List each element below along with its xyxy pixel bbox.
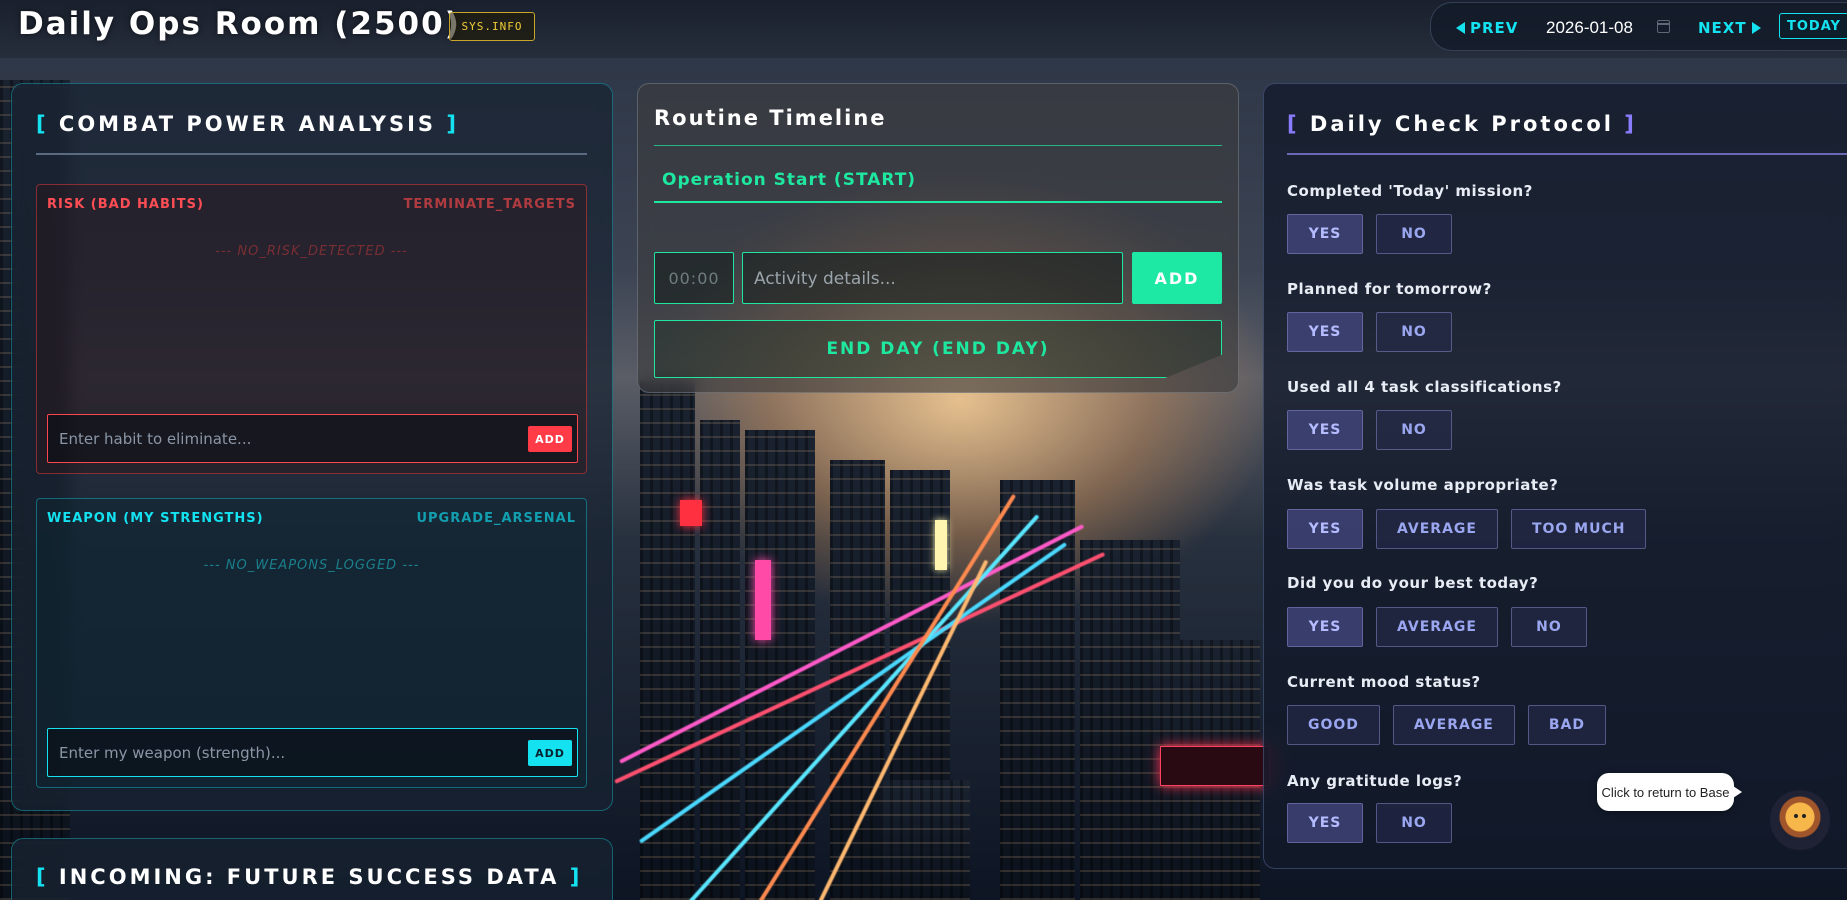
answer-row-mood: GOOD AVERAGE BAD bbox=[1287, 705, 1607, 745]
mascot-icon[interactable] bbox=[1770, 790, 1830, 850]
question-best-effort: Did you do your best today? bbox=[1287, 574, 1539, 592]
daily-check-panel: [ Daily Check Protocol ] Completed 'Toda… bbox=[1263, 83, 1847, 869]
timeline-title: Routine Timeline bbox=[654, 106, 887, 130]
divider bbox=[654, 145, 1222, 146]
risk-empty-state: --- NO_RISK_DETECTED --- bbox=[215, 244, 408, 259]
option-average[interactable]: AVERAGE bbox=[1376, 607, 1498, 647]
option-good[interactable]: GOOD bbox=[1287, 705, 1380, 745]
question-task-volume: Was task volume appropriate? bbox=[1287, 476, 1559, 494]
risk-card: RISK (BAD HABITS) TERMINATE_TARGETS --- … bbox=[36, 184, 587, 474]
time-input[interactable]: 00:00 bbox=[654, 252, 734, 304]
option-yes[interactable]: YES bbox=[1287, 214, 1363, 254]
answer-row-planned: YES NO bbox=[1287, 312, 1452, 352]
weapon-label: WEAPON (MY STRENGTHS) bbox=[47, 511, 264, 526]
calendar-icon[interactable] bbox=[1657, 20, 1670, 33]
weapon-strength-input[interactable]: Enter my weapon (strength)... ADD bbox=[47, 728, 578, 777]
question-classifications: Used all 4 task classifications? bbox=[1287, 378, 1562, 396]
future-panel-title: [ INCOMING: FUTURE SUCCESS DATA ] bbox=[36, 865, 583, 889]
risk-habit-input[interactable]: Enter habit to eliminate... ADD bbox=[47, 414, 578, 463]
option-too-much[interactable]: TOO MUCH bbox=[1510, 509, 1647, 549]
option-average[interactable]: AVERAGE bbox=[1376, 509, 1498, 549]
answer-row-gratitude: YES NO bbox=[1287, 803, 1452, 843]
add-activity-button[interactable]: ADD bbox=[1132, 252, 1222, 304]
answer-row-mission: YES NO bbox=[1287, 214, 1452, 254]
return-base-tooltip: Click to return to Base bbox=[1597, 773, 1742, 811]
option-yes[interactable]: YES bbox=[1287, 803, 1363, 843]
option-yes[interactable]: YES bbox=[1287, 509, 1363, 549]
future-success-panel: [ INCOMING: FUTURE SUCCESS DATA ] bbox=[11, 838, 613, 900]
answer-row-classifications: YES NO bbox=[1287, 410, 1452, 450]
combat-power-panel: [ COMBAT POWER ANALYSIS ] RISK (BAD HABI… bbox=[11, 83, 613, 811]
next-day-button[interactable]: NEXT bbox=[1698, 19, 1761, 37]
option-no[interactable]: NO bbox=[1376, 410, 1452, 450]
answer-row-task-volume: YES AVERAGE TOO MUCH bbox=[1287, 509, 1647, 549]
check-panel-title: [ Daily Check Protocol ] bbox=[1287, 112, 1637, 136]
risk-input-placeholder: Enter habit to eliminate... bbox=[59, 430, 252, 448]
question-mood: Current mood status? bbox=[1287, 673, 1481, 691]
timeline-start-entry: Operation Start (START) bbox=[654, 170, 1222, 203]
today-button[interactable]: TODAY bbox=[1779, 13, 1847, 39]
option-average[interactable]: AVERAGE bbox=[1392, 705, 1515, 745]
prev-day-button[interactable]: PREV bbox=[1456, 19, 1518, 37]
end-day-button[interactable]: END DAY (END DAY) bbox=[654, 320, 1222, 378]
divider bbox=[1287, 153, 1847, 155]
prev-label: PREV bbox=[1470, 19, 1519, 37]
prev-arrow-icon bbox=[1456, 22, 1465, 34]
weapon-add-button[interactable]: ADD bbox=[528, 740, 572, 766]
divider bbox=[36, 153, 587, 155]
option-no[interactable]: NO bbox=[1376, 312, 1452, 352]
combat-panel-title: [ COMBAT POWER ANALYSIS ] bbox=[36, 112, 459, 136]
option-yes[interactable]: YES bbox=[1287, 410, 1363, 450]
weapon-empty-state: --- NO_WEAPONS_LOGGED --- bbox=[203, 558, 420, 573]
option-yes[interactable]: YES bbox=[1287, 607, 1363, 647]
option-no[interactable]: NO bbox=[1510, 607, 1587, 647]
option-yes[interactable]: YES bbox=[1287, 312, 1363, 352]
risk-action-label: TERMINATE_TARGETS bbox=[403, 197, 576, 212]
current-date[interactable]: 2026-01-08 bbox=[1546, 18, 1633, 38]
weapon-action-label: UPGRADE_ARSENAL bbox=[416, 511, 576, 526]
question-gratitude: Any gratitude logs? bbox=[1287, 772, 1463, 790]
next-arrow-icon bbox=[1751, 22, 1761, 34]
option-no[interactable]: NO bbox=[1376, 803, 1452, 843]
top-header: Daily Ops Room (2500) SYS.INFO PREV 2026… bbox=[0, 0, 1847, 58]
sys-info-badge[interactable]: SYS.INFO bbox=[449, 12, 535, 41]
activity-placeholder: Activity details... bbox=[754, 269, 896, 289]
option-no[interactable]: NO bbox=[1376, 214, 1452, 254]
routine-timeline-panel: Routine Timeline Operation Start (START)… bbox=[637, 83, 1239, 393]
question-mission: Completed 'Today' mission? bbox=[1287, 182, 1533, 200]
option-bad[interactable]: BAD bbox=[1527, 705, 1607, 745]
app-title: Daily Ops Room (2500) bbox=[18, 6, 461, 42]
weapon-input-placeholder: Enter my weapon (strength)... bbox=[59, 744, 286, 762]
weapon-card: WEAPON (MY STRENGTHS) UPGRADE_ARSENAL --… bbox=[36, 498, 587, 788]
risk-label: RISK (BAD HABITS) bbox=[47, 197, 204, 212]
risk-add-button[interactable]: ADD bbox=[528, 426, 572, 452]
next-label: NEXT bbox=[1698, 19, 1747, 37]
answer-row-best-effort: YES AVERAGE NO bbox=[1287, 607, 1587, 647]
activity-input[interactable]: Activity details... bbox=[742, 252, 1123, 304]
question-planned: Planned for tomorrow? bbox=[1287, 280, 1492, 298]
